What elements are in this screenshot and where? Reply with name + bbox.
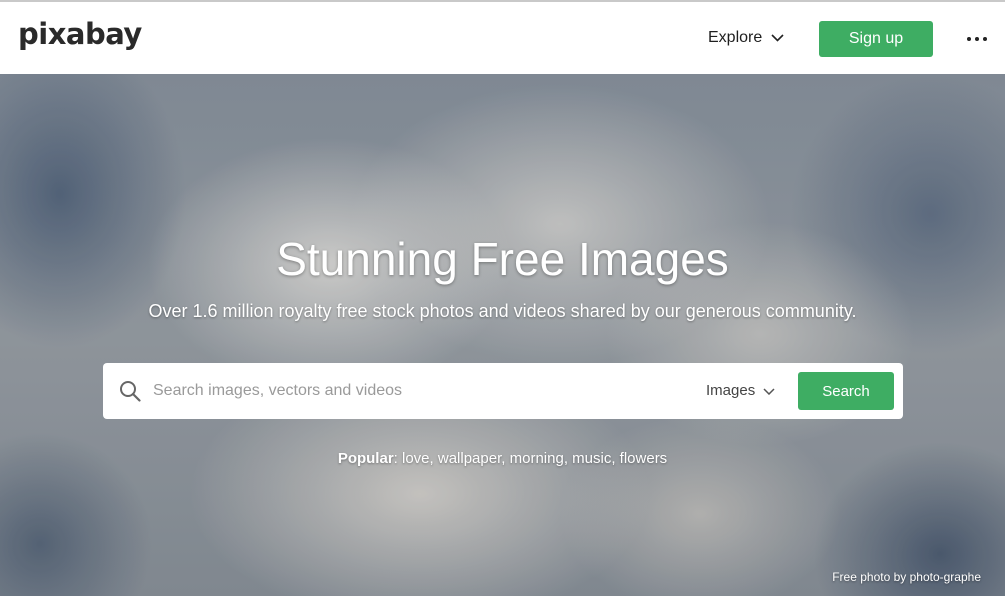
photo-credit: Free photo by photo-graphe: [832, 570, 981, 584]
popular-tag[interactable]: music: [572, 450, 611, 467]
more-dot: [975, 37, 979, 41]
media-type-label: Images: [706, 382, 756, 399]
more-dot: [967, 37, 971, 41]
popular-tag[interactable]: wallpaper: [438, 450, 501, 467]
credit-prefix: Free photo by: [832, 570, 910, 584]
media-type-select[interactable]: Images: [706, 382, 775, 400]
explore-label: Explore: [708, 29, 763, 46]
hero-content: Stunning Free Images Over 1.6 million ro…: [0, 74, 1005, 596]
hero-subtitle: Over 1.6 million royalty free stock phot…: [148, 301, 857, 321]
popular-searches: Popular: love, wallpaper, morning, music…: [337, 450, 668, 467]
pixabay-logo[interactable]: pixabay: [18, 20, 142, 49]
more-menu-icon[interactable]: [964, 30, 990, 48]
hero-title: Stunning Free Images: [276, 233, 729, 285]
popular-tag[interactable]: morning: [510, 450, 564, 467]
signup-button[interactable]: Sign up: [819, 21, 933, 57]
hero-section: Stunning Free Images Over 1.6 million ro…: [0, 74, 1005, 596]
page: pixabay Explore Sign up Stunning Free Im…: [0, 0, 1005, 596]
popular-label: Popular: [337, 450, 394, 467]
more-dot: [983, 37, 987, 41]
chevron-down-icon: [771, 34, 784, 42]
popular-tag[interactable]: love: [402, 450, 430, 467]
chevron-down-icon: [763, 387, 775, 395]
search-icon: [120, 381, 141, 402]
credit-author-link[interactable]: photo-graphe: [910, 570, 981, 584]
popular-separator: :: [393, 450, 402, 467]
popular-tag[interactable]: flowers: [620, 450, 668, 467]
explore-menu[interactable]: Explore: [708, 29, 784, 47]
search-bar: Images Search: [103, 363, 903, 419]
search-button[interactable]: Search: [798, 372, 894, 410]
search-input[interactable]: [153, 376, 673, 406]
top-header: pixabay Explore Sign up: [0, 0, 1005, 74]
